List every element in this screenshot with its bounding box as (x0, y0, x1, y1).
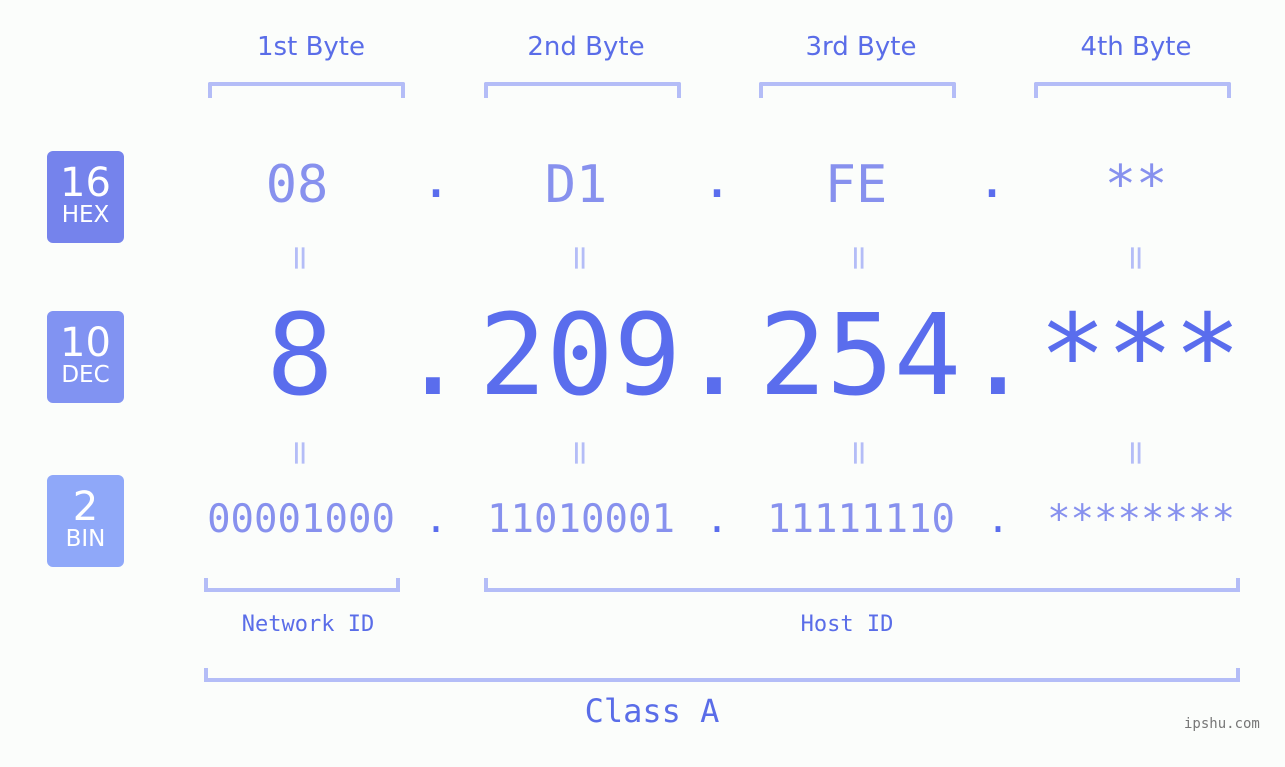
bin-dot-2: . (705, 497, 729, 542)
bin-label: BIN (65, 526, 106, 552)
hex-byte-1: 08 (265, 155, 329, 215)
byte-header-2: 2nd Byte (527, 32, 645, 62)
byte-header-3: 3rd Byte (805, 32, 917, 62)
equals-icon: = (839, 438, 879, 468)
hex-dot-1: . (420, 150, 452, 210)
watermark: ipshu.com (1184, 716, 1260, 732)
bin-byte-3: 11111110 (767, 497, 955, 542)
hex-byte-2: D1 (544, 155, 608, 215)
bin-byte-4: ******** (1047, 497, 1235, 542)
byte-header-1: 1st Byte (257, 32, 365, 62)
network-id-label: Network ID (241, 612, 375, 637)
hex-label: HEX (61, 202, 110, 228)
bin-base: 2 (72, 484, 99, 530)
hex-badge: 16 HEX (47, 151, 124, 243)
hex-dot-3: . (976, 150, 1008, 210)
equals-icon: = (1116, 438, 1156, 468)
equals-icon: = (1116, 243, 1156, 273)
bin-dot-3: . (986, 497, 1010, 542)
bin-dot-1: . (424, 497, 448, 542)
class-label: Class A (584, 692, 720, 730)
hex-dot-2: . (701, 150, 733, 210)
host-id-label: Host ID (800, 612, 894, 637)
byte-bracket-2 (484, 82, 681, 98)
dec-base: 10 (60, 320, 111, 366)
bin-byte-1: 00001000 (207, 497, 395, 542)
bin-byte-2: 11010001 (487, 497, 675, 542)
equals-icon: = (839, 243, 879, 273)
dec-dot-2: . (680, 291, 748, 421)
equals-icon: = (560, 243, 600, 273)
dec-dot-3: . (964, 291, 1032, 421)
equals-icon: = (560, 438, 600, 468)
equals-icon: = (280, 243, 320, 273)
byte-bracket-4 (1034, 82, 1231, 98)
byte-bracket-3 (759, 82, 956, 98)
class-bracket (204, 668, 1240, 682)
dec-dot-1: . (399, 291, 467, 421)
equals-icon: = (280, 438, 320, 468)
bin-badge: 2 BIN (47, 475, 124, 567)
byte-bracket-1 (208, 82, 405, 98)
dec-label: DEC (61, 362, 110, 388)
network-id-bracket (204, 578, 400, 592)
dec-badge: 10 DEC (47, 311, 124, 403)
byte-header-4: 4th Byte (1080, 32, 1192, 62)
hex-base: 16 (60, 160, 111, 206)
hex-byte-4: ** (1104, 155, 1168, 215)
host-id-bracket (484, 578, 1240, 592)
dec-byte-4: *** (1038, 291, 1242, 421)
hex-byte-3: FE (824, 155, 888, 215)
